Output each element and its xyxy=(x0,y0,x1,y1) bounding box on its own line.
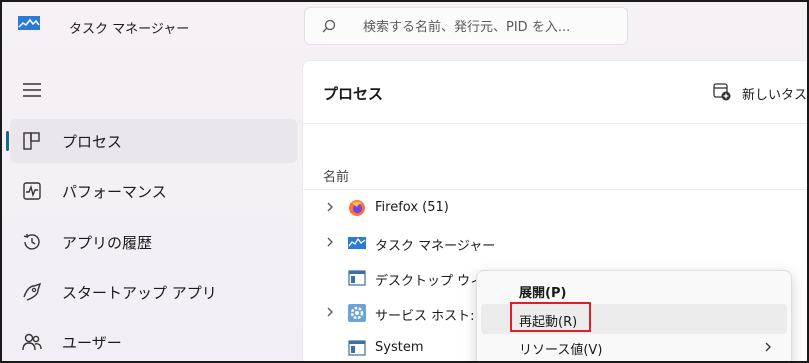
startup-apps-icon xyxy=(23,282,42,301)
menu-item-label: リソース値(V) xyxy=(519,343,603,358)
sidebar-item-label: アプリの履歴 xyxy=(62,234,153,252)
process-row[interactable]: タスク マネージャー xyxy=(303,226,807,260)
divider xyxy=(303,189,807,190)
menu-item-restart[interactable]: 再起動(R) xyxy=(481,304,787,334)
menu-item-expand[interactable]: 展開(P) xyxy=(481,275,787,305)
task-manager-window: タスク マネージャー プロセス パフォーマンス ア xyxy=(0,0,809,363)
menu-item-resource-values[interactable]: リソース値(V) xyxy=(481,332,787,361)
processes-icon xyxy=(23,132,40,150)
new-task-label: 新しいタスク xyxy=(742,88,808,103)
search-input[interactable] xyxy=(363,17,621,37)
chevron-right-icon[interactable] xyxy=(324,306,336,318)
task-manager-icon xyxy=(18,16,40,30)
window-icon xyxy=(348,340,366,356)
app-history-icon xyxy=(23,234,40,250)
process-name: サービス ホスト: Bl xyxy=(375,309,492,324)
chevron-right-icon[interactable] xyxy=(324,201,336,213)
new-task-icon xyxy=(713,83,731,101)
process-name: System xyxy=(375,340,424,355)
process-row[interactable]: Firefox (51) xyxy=(303,191,807,225)
sidebar-item-app-history[interactable]: アプリの履歴 xyxy=(10,220,297,264)
search-icon xyxy=(322,19,336,33)
divider xyxy=(303,123,807,124)
performance-icon xyxy=(23,182,41,200)
search-box[interactable] xyxy=(304,7,628,45)
gear-icon xyxy=(348,304,366,322)
sidebar-item-label: プロセス xyxy=(62,133,123,151)
sidebar-item-label: パフォーマンス xyxy=(62,183,167,201)
sidebar-item-performance[interactable]: パフォーマンス xyxy=(10,169,297,213)
process-name: Firefox (51) xyxy=(375,200,449,215)
hamburger-menu-icon[interactable] xyxy=(22,82,42,98)
sidebar-item-users[interactable]: ユーザー xyxy=(10,320,297,361)
sidebar-item-label: ユーザー xyxy=(62,334,122,352)
window-title: タスク マネージャー xyxy=(69,22,190,37)
window-icon xyxy=(348,270,366,286)
selected-indicator xyxy=(6,131,9,151)
menu-item-label: 展開(P) xyxy=(519,286,567,301)
sidebar-item-label: スタートアップ アプリ xyxy=(62,284,217,302)
page-title: プロセス xyxy=(323,85,384,103)
menu-item-label: 再起動(R) xyxy=(519,315,578,330)
sidebar-item-startup-apps[interactable]: スタートアップ アプリ xyxy=(10,270,297,314)
users-icon xyxy=(22,333,42,351)
column-header-name[interactable]: 名前 xyxy=(323,166,349,185)
chevron-right-icon xyxy=(765,342,771,352)
firefox-icon xyxy=(349,200,365,216)
task-manager-icon xyxy=(348,237,366,249)
sidebar-item-processes[interactable]: プロセス xyxy=(6,119,297,163)
process-name: タスク マネージャー xyxy=(375,239,496,254)
context-menu: 展開(P) 再起動(R) リソース値(V) xyxy=(476,270,792,361)
chevron-right-icon[interactable] xyxy=(324,236,336,248)
